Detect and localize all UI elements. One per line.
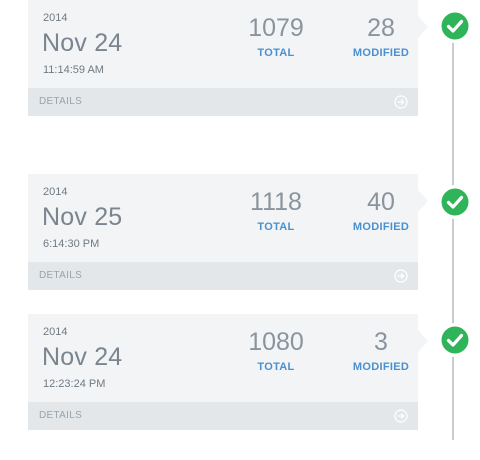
entry-time: 6:14:30 PM (43, 238, 100, 250)
details-button[interactable]: DETAILS (28, 88, 418, 116)
details-label: DETAILS (39, 410, 83, 421)
entry-date: Nov 24 (42, 343, 123, 371)
details-label: DETAILS (39, 96, 83, 107)
entry-summary: 2014 Nov 25 6:14:30 PM 1118 TOTAL 40 MOD… (28, 174, 428, 262)
timeline-entry: 2014 Nov 24 12:23:24 PM 1080 TOTAL 3 MOD… (28, 314, 472, 430)
modified-value: 3 (374, 328, 388, 356)
entry-summary: 2014 Nov 24 12:23:24 PM 1080 TOTAL 3 MOD… (28, 314, 428, 402)
timeline-entry: 2014 Nov 25 6:14:30 PM 1118 TOTAL 40 MOD… (28, 174, 472, 290)
details-button[interactable]: DETAILS (28, 402, 418, 430)
check-circle-icon (438, 323, 472, 357)
timeline-line (452, 18, 454, 440)
total-value: 1079 (248, 14, 304, 42)
modified-stat: 40 MODIFIED (336, 188, 426, 233)
entry-year: 2014 (43, 12, 68, 24)
entry-date: Nov 24 (42, 29, 123, 57)
details-button[interactable]: DETAILS (28, 262, 418, 290)
total-value: 1080 (248, 328, 304, 356)
arrow-circle-right-icon (394, 269, 408, 283)
modified-label: MODIFIED (352, 221, 410, 233)
timeline: 2014 Nov 25 6:14:30 PM 1118 TOTAL 40 MOD… (0, 0, 480, 460)
details-label: DETAILS (39, 270, 83, 281)
total-label: TOTAL (257, 221, 295, 233)
total-value: 1118 (250, 188, 302, 216)
total-stat: 1080 TOTAL (231, 328, 321, 373)
modified-value: 40 (367, 188, 395, 216)
entry-year: 2014 (43, 186, 68, 198)
timeline-entry: 2014 Nov 24 11:14:59 AM 1079 TOTAL 28 MO… (28, 0, 472, 116)
entry-date: Nov 25 (42, 203, 123, 231)
total-label: TOTAL (257, 47, 295, 59)
modified-value: 28 (367, 14, 395, 42)
check-circle-icon (438, 185, 472, 219)
entry-time: 12:23:24 PM (43, 378, 106, 390)
modified-label: MODIFIED (352, 47, 410, 59)
entry-time: 11:14:59 AM (43, 64, 104, 76)
modified-label: MODIFIED (352, 361, 410, 373)
modified-stat: 3 MODIFIED (336, 328, 426, 373)
arrow-circle-right-icon (394, 409, 408, 423)
arrow-circle-right-icon (394, 95, 408, 109)
total-stat: 1079 TOTAL (231, 14, 321, 59)
check-circle-icon (438, 9, 472, 43)
total-label: TOTAL (257, 361, 295, 373)
entry-year: 2014 (43, 326, 68, 338)
entry-summary: 2014 Nov 24 11:14:59 AM 1079 TOTAL 28 MO… (28, 0, 428, 88)
total-stat: 1118 TOTAL (231, 188, 321, 233)
modified-stat: 28 MODIFIED (336, 14, 426, 59)
